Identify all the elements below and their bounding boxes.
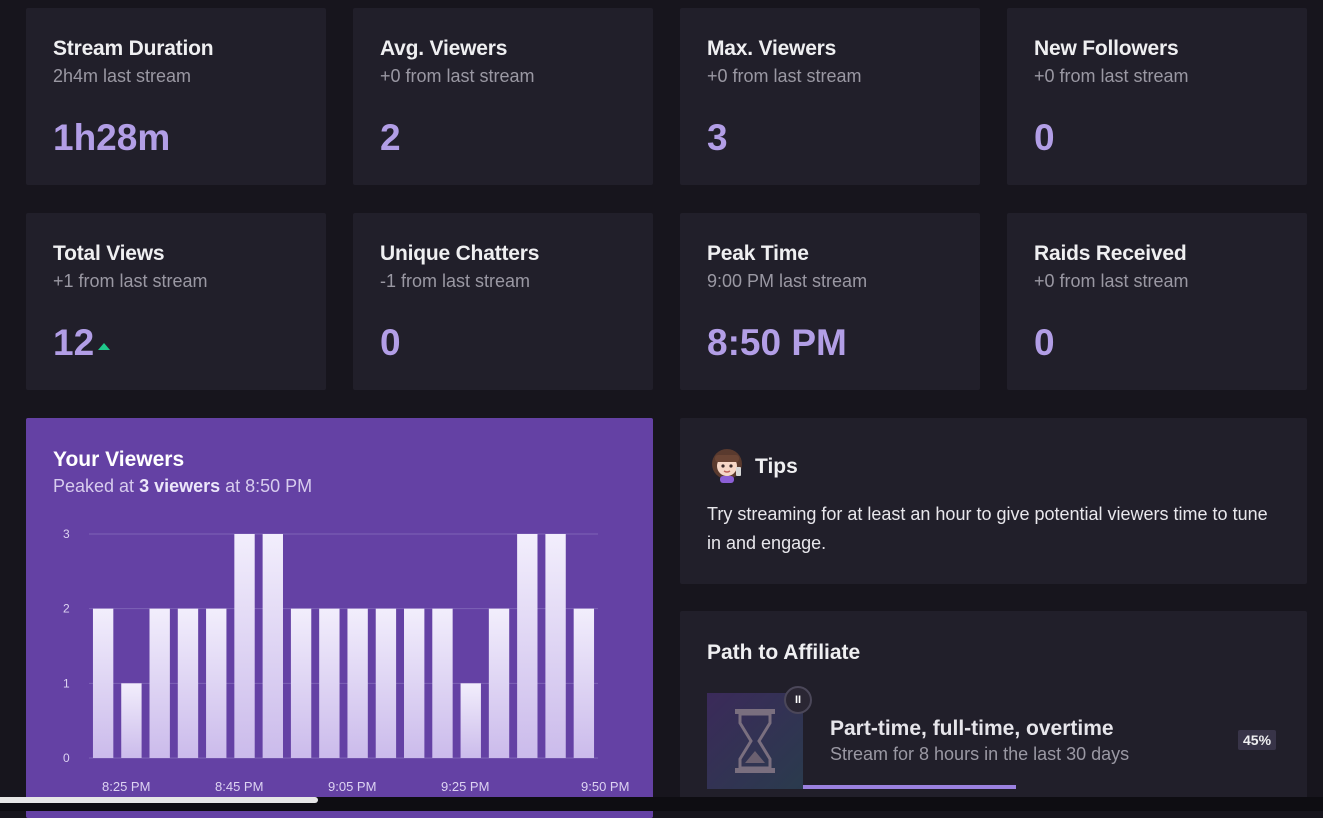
stat-sub: +0 from last stream [380, 66, 535, 86]
viewer-bar [404, 608, 425, 758]
stat-value: 1h28m [53, 117, 171, 158]
viewer-bar [432, 608, 453, 758]
viewer-bar [545, 534, 566, 758]
viewer-bar [149, 608, 170, 758]
x-tick-label: 9:05 PM [328, 779, 376, 794]
viewer-bar [177, 608, 199, 758]
stat-sub: 9:00 PM last stream [707, 271, 868, 291]
stat-sub: +0 from last stream [1034, 66, 1189, 86]
stat-title: Total Views [53, 242, 165, 265]
stat-sub: 2h4m last stream [53, 66, 192, 86]
stat-title: Peak Time [707, 242, 809, 265]
tips-text: Try streaming for at least an hour to gi… [707, 504, 1268, 553]
pause-button[interactable]: II [784, 686, 812, 714]
x-tick-label: 8:25 PM [102, 779, 150, 794]
stat-value: 0 [1034, 322, 1055, 363]
y-tick-label: 2 [63, 602, 70, 616]
stat-value: 12 [53, 323, 111, 363]
viewer-bar [375, 608, 397, 758]
trend-up-icon [98, 342, 111, 350]
stat-value: 0 [380, 322, 401, 363]
horizontal-scrollbar[interactable] [0, 797, 318, 803]
goal-subtitle: Stream for 8 hours in the last 30 days [830, 744, 1130, 764]
tips-card: Tips Try streaming for at least an hour … [680, 418, 1307, 584]
stat-card-peak-time: Peak Time 9:00 PM last stream 8:50 PM [680, 213, 980, 390]
goal-progress-bar [803, 785, 1016, 789]
viewers-bar-chart: 0 1 2 3 8:25 PM 8:45 PM 9:05 PM 9:25 PM 9:50 PM [63, 527, 629, 794]
stat-value: 0 [1034, 117, 1055, 158]
stat-title: Avg. Viewers [380, 37, 508, 60]
stat-value: 2 [380, 117, 401, 158]
affiliate-title: Path to Affiliate [707, 641, 861, 664]
stat-title: Raids Received [1034, 242, 1187, 265]
x-tick-label: 9:50 PM [581, 779, 629, 794]
x-tick-label: 9:25 PM [441, 779, 489, 794]
viewer-bar [573, 608, 595, 758]
viewer-bar [206, 608, 227, 758]
stat-sub: +1 from last stream [53, 271, 208, 291]
viewer-bar [121, 683, 142, 758]
stat-card-new-followers: New Followers +0 from last stream 0 [1007, 8, 1307, 185]
tips-avatar-icon [712, 449, 742, 483]
stat-value: 8:50 PM [707, 322, 847, 363]
stat-card-total-views: Total Views +1 from last stream 12 [26, 213, 326, 390]
stat-title: New Followers [1034, 37, 1179, 60]
viewer-bar [262, 534, 283, 758]
stat-sub: +0 from last stream [707, 66, 862, 86]
viewer-bar [488, 608, 510, 758]
stat-sub: +0 from last stream [1034, 271, 1189, 291]
viewer-bar [319, 608, 340, 758]
viewer-bar [460, 683, 481, 758]
viewers-chart-card: Your Viewers Peaked at 3 viewers at 8:50… [26, 418, 653, 818]
y-tick-label: 3 [63, 527, 70, 541]
viewer-bar [290, 608, 312, 758]
viewer-bar [92, 608, 114, 758]
stat-card-raids-received: Raids Received +0 from last stream 0 [1007, 213, 1307, 390]
viewer-bar [517, 534, 538, 758]
goal-title: Part-time, full-time, overtime [830, 717, 1114, 740]
y-tick-label: 0 [63, 751, 70, 765]
tips-title: Tips [755, 455, 798, 478]
stat-sub: -1 from last stream [380, 271, 531, 291]
stat-card-max-viewers: Max. Viewers +0 from last stream 3 [680, 8, 980, 185]
stat-title: Stream Duration [53, 37, 214, 60]
progress-badge: 45% [1238, 730, 1277, 750]
x-tick-label: 8:45 PM [215, 779, 263, 794]
stat-title: Max. Viewers [707, 37, 837, 60]
viewer-bar [347, 608, 368, 758]
viewer-bar [234, 534, 255, 758]
stat-card-stream-duration: Stream Duration 2h4m last stream 1h28m [26, 8, 326, 185]
stat-title: Unique Chatters [380, 242, 540, 265]
y-tick-label: 1 [63, 676, 70, 690]
stat-value: 3 [707, 117, 728, 158]
path-to-affiliate-card: Path to Affiliate II Part-time, full-tim… [680, 611, 1307, 811]
stat-card-avg-viewers: Avg. Viewers +0 from last stream 2 [353, 8, 653, 185]
stat-card-unique-chatters: Unique Chatters -1 from last stream 0 [353, 213, 653, 390]
